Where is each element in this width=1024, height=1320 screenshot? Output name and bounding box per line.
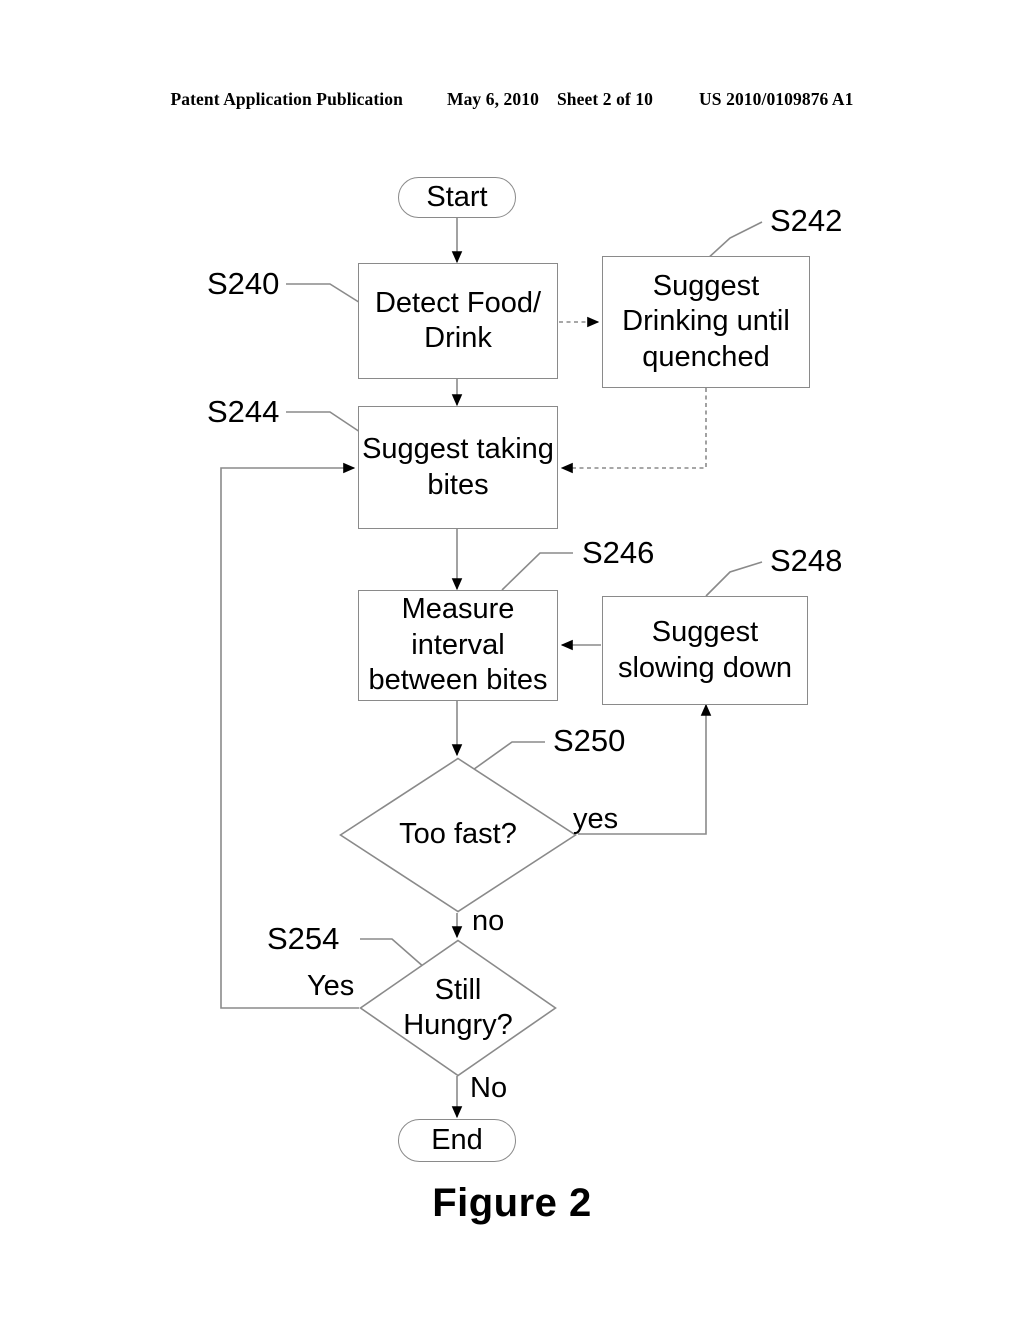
too-fast-diamond-label-wrap: Too fast? xyxy=(339,757,577,913)
node-detect-food-drink[interactable]: Detect Food/ Drink xyxy=(358,263,558,379)
node-suggest-slowing-down-label-line1: Suggest xyxy=(651,616,759,649)
edge-label-too-fast-yes: yes xyxy=(573,803,618,836)
sheet-number: Sheet 2 of 10 xyxy=(556,89,654,109)
leader-line-s246 xyxy=(501,552,573,591)
edge-label-still-hungry-no: No xyxy=(470,1072,507,1105)
reference-numeral-s242-text: S242 xyxy=(770,203,843,238)
figure-caption-text: Figure 2 xyxy=(432,1181,592,1225)
publication-label: Patent Application Publication xyxy=(170,89,403,109)
reference-numeral-s246: S246 xyxy=(582,535,654,571)
node-suggest-taking-bites-label-line2: bites xyxy=(427,468,489,501)
node-start[interactable]: Start xyxy=(398,177,516,218)
node-end[interactable]: End xyxy=(398,1119,516,1162)
node-still-hungry-decision[interactable]: Still Hungry? xyxy=(359,939,557,1077)
reference-numeral-s248: S248 xyxy=(770,543,842,579)
reference-numeral-s254-text: S254 xyxy=(267,921,340,956)
node-suggest-slowing-down-label-line2: slowing down xyxy=(617,651,793,684)
node-too-fast-label: Too fast? xyxy=(399,818,517,851)
still-hungry-diamond-label-wrap: Still Hungry? xyxy=(359,939,557,1077)
node-suggest-slowing-down[interactable]: Suggest slowing down xyxy=(602,596,808,705)
node-suggest-drinking-label-line2: Drinking until xyxy=(622,305,790,338)
leader-line-s242 xyxy=(705,221,763,261)
reference-numeral-s240-text: S240 xyxy=(207,266,280,301)
node-measure-interval-label-line2: interval xyxy=(411,628,505,661)
leader-line-s248 xyxy=(705,561,763,597)
node-too-fast-decision[interactable]: Too fast? xyxy=(339,757,577,913)
reference-numeral-s244: S244 xyxy=(207,394,279,430)
edge-label-still-hungry-yes: Yes xyxy=(307,970,354,1003)
node-measure-interval-label-line3: between bites xyxy=(368,664,548,697)
patent-number: US 2010/0109876 A1 xyxy=(699,89,854,109)
sheet-header: Patent Application Publication May 6, 20… xyxy=(0,89,1024,110)
edge-label-too-fast-no: no xyxy=(472,905,504,938)
reference-numeral-s248-text: S248 xyxy=(770,543,843,578)
reference-numeral-s242: S242 xyxy=(770,203,842,239)
node-suggest-drinking-label-line3: quenched xyxy=(642,340,770,373)
reference-numeral-s250-text: S250 xyxy=(553,723,626,758)
publication-date: May 6, 2010 xyxy=(446,89,539,109)
node-end-label: End xyxy=(431,1123,483,1156)
node-suggest-taking-bites[interactable]: Suggest taking bites xyxy=(358,406,558,529)
reference-numeral-s240: S240 xyxy=(207,266,279,302)
node-suggest-taking-bites-label-line1: Suggest taking xyxy=(362,433,554,466)
edge-label-still-hungry-yes-text: Yes xyxy=(307,970,355,1002)
node-still-hungry-label-line1: Still xyxy=(434,973,482,1006)
reference-numeral-s246-text: S246 xyxy=(582,535,655,570)
edge-label-too-fast-yes-text: yes xyxy=(573,803,619,835)
node-measure-interval-label-line1: Measure xyxy=(401,593,515,626)
figure-caption: Figure 2 xyxy=(0,1181,1024,1226)
node-start-label: Start xyxy=(426,180,488,213)
node-suggest-drinking[interactable]: Suggest Drinking until quenched xyxy=(602,256,810,388)
node-detect-food-drink-label-line1: Detect Food/ xyxy=(374,286,542,319)
edge-label-too-fast-no-text: no xyxy=(472,905,505,937)
reference-numeral-s244-text: S244 xyxy=(207,394,280,429)
edge-label-still-hungry-no-text: No xyxy=(470,1072,508,1104)
reference-numeral-s250: S250 xyxy=(553,723,625,759)
edge-s242-to-s244 xyxy=(560,388,707,474)
reference-numeral-s254: S254 xyxy=(267,921,339,957)
node-detect-food-drink-label-line2: Drink xyxy=(424,322,492,354)
node-suggest-drinking-label-line1: Suggest xyxy=(652,269,760,302)
node-measure-interval[interactable]: Measure interval between bites xyxy=(358,590,558,701)
node-still-hungry-label-line2: Hungry? xyxy=(403,1009,513,1041)
